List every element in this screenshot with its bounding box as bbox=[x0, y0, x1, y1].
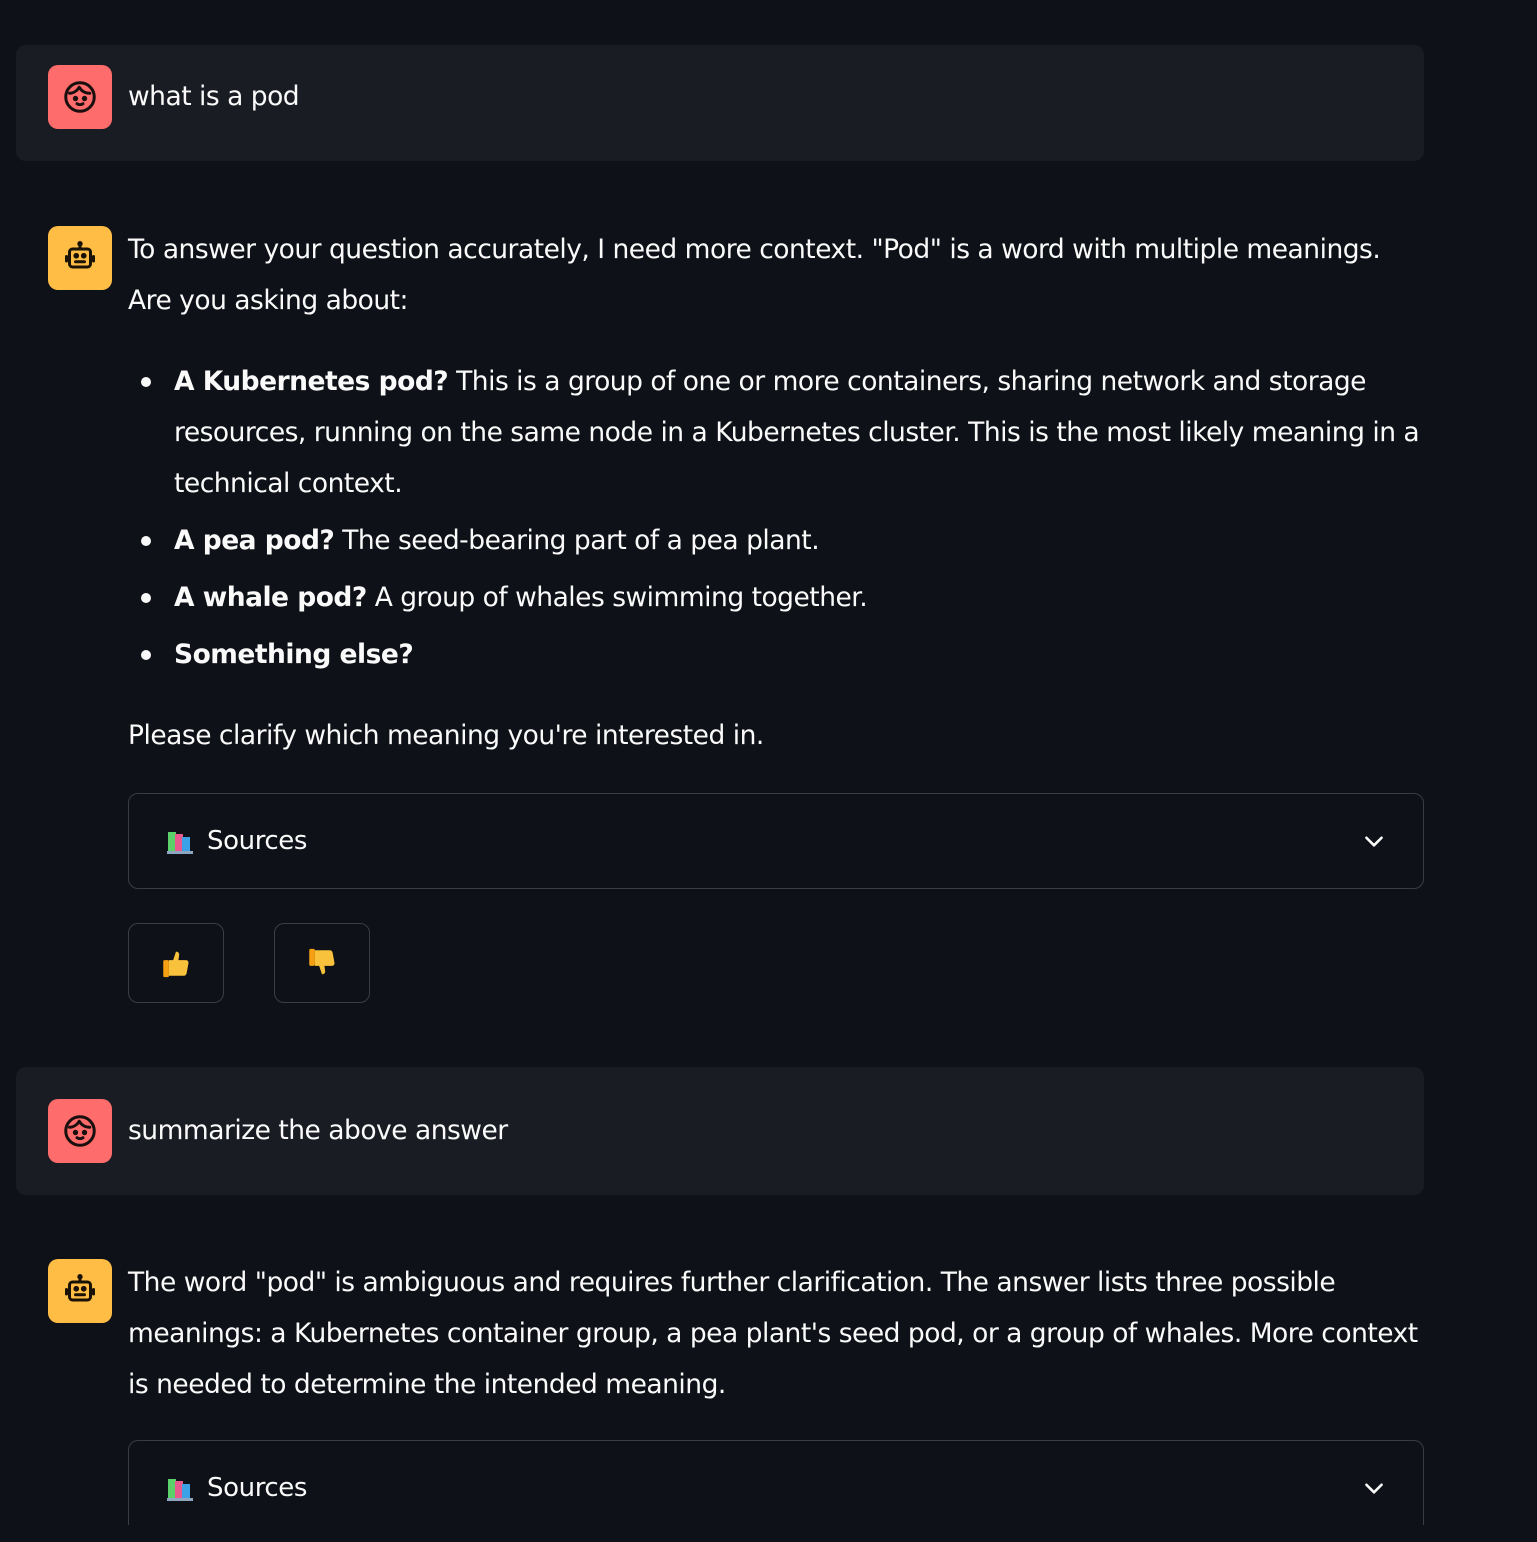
robot-icon bbox=[65, 241, 95, 269]
assistant-message: The word "pod" is ambiguous and requires… bbox=[16, 1239, 1424, 1525]
thumbs-down-icon bbox=[309, 948, 335, 975]
assistant-message-content: The word "pod" is ambiguous and requires… bbox=[128, 1257, 1424, 1525]
sources-label: Sources bbox=[207, 1472, 308, 1503]
assistant-message: To answer your question accurately, I ne… bbox=[16, 206, 1424, 1023]
thumbs-up-icon bbox=[163, 951, 189, 978]
list-item: A whale pod? A group of whales swimming … bbox=[141, 572, 1424, 623]
assistant-summary-text: The word "pod" is ambiguous and requires… bbox=[128, 1267, 1418, 1400]
thumbs-up-button[interactable] bbox=[128, 923, 224, 1003]
robot-icon bbox=[65, 1274, 95, 1302]
face-icon bbox=[64, 1115, 96, 1147]
user-message: summarize the above answer bbox=[16, 1067, 1424, 1195]
sources-label: Sources bbox=[207, 825, 308, 856]
assistant-outro-text: Please clarify which meaning you're inte… bbox=[128, 720, 764, 751]
chat-message-list: what is a pod To answer your question ac… bbox=[16, 45, 1424, 1525]
sources-expander[interactable]: Sources bbox=[128, 793, 1424, 889]
option-description: The seed-bearing part of a pea plant. bbox=[334, 525, 820, 556]
user-avatar bbox=[48, 1099, 112, 1163]
meaning-options-list: A Kubernetes pod? This is a group of one… bbox=[128, 356, 1424, 680]
books-icon bbox=[167, 832, 193, 854]
chevron-down-icon[interactable] bbox=[1361, 828, 1387, 854]
face-icon bbox=[64, 81, 96, 113]
assistant-avatar bbox=[48, 1259, 112, 1323]
chat-page: what is a pod To answer your question ac… bbox=[0, 0, 1537, 1542]
option-description: A group of whales swimming together. bbox=[366, 582, 868, 613]
user-message: what is a pod bbox=[16, 45, 1424, 161]
assistant-message-content: To answer your question accurately, I ne… bbox=[128, 224, 1424, 1003]
thumbs-down-button[interactable] bbox=[274, 923, 370, 1003]
option-title: Something else? bbox=[174, 639, 414, 670]
feedback-buttons bbox=[128, 923, 1424, 1003]
assistant-intro-text: To answer your question accurately, I ne… bbox=[128, 234, 1381, 316]
option-title: A pea pod? bbox=[174, 525, 335, 556]
chevron-down-icon[interactable] bbox=[1361, 1475, 1387, 1501]
list-item: A pea pod? The seed-bearing part of a pe… bbox=[141, 515, 1424, 566]
books-icon bbox=[167, 1479, 193, 1501]
list-item: Something else? bbox=[141, 629, 1424, 680]
sources-expander[interactable]: Sources bbox=[128, 1440, 1424, 1525]
user-message-text: summarize the above answer bbox=[128, 1115, 508, 1146]
assistant-avatar bbox=[48, 226, 112, 290]
option-title: A whale pod? bbox=[174, 582, 367, 613]
user-message-text: what is a pod bbox=[128, 81, 300, 112]
option-title: A Kubernetes pod? bbox=[174, 366, 449, 397]
list-item: A Kubernetes pod? This is a group of one… bbox=[141, 356, 1424, 509]
user-avatar bbox=[48, 65, 112, 129]
